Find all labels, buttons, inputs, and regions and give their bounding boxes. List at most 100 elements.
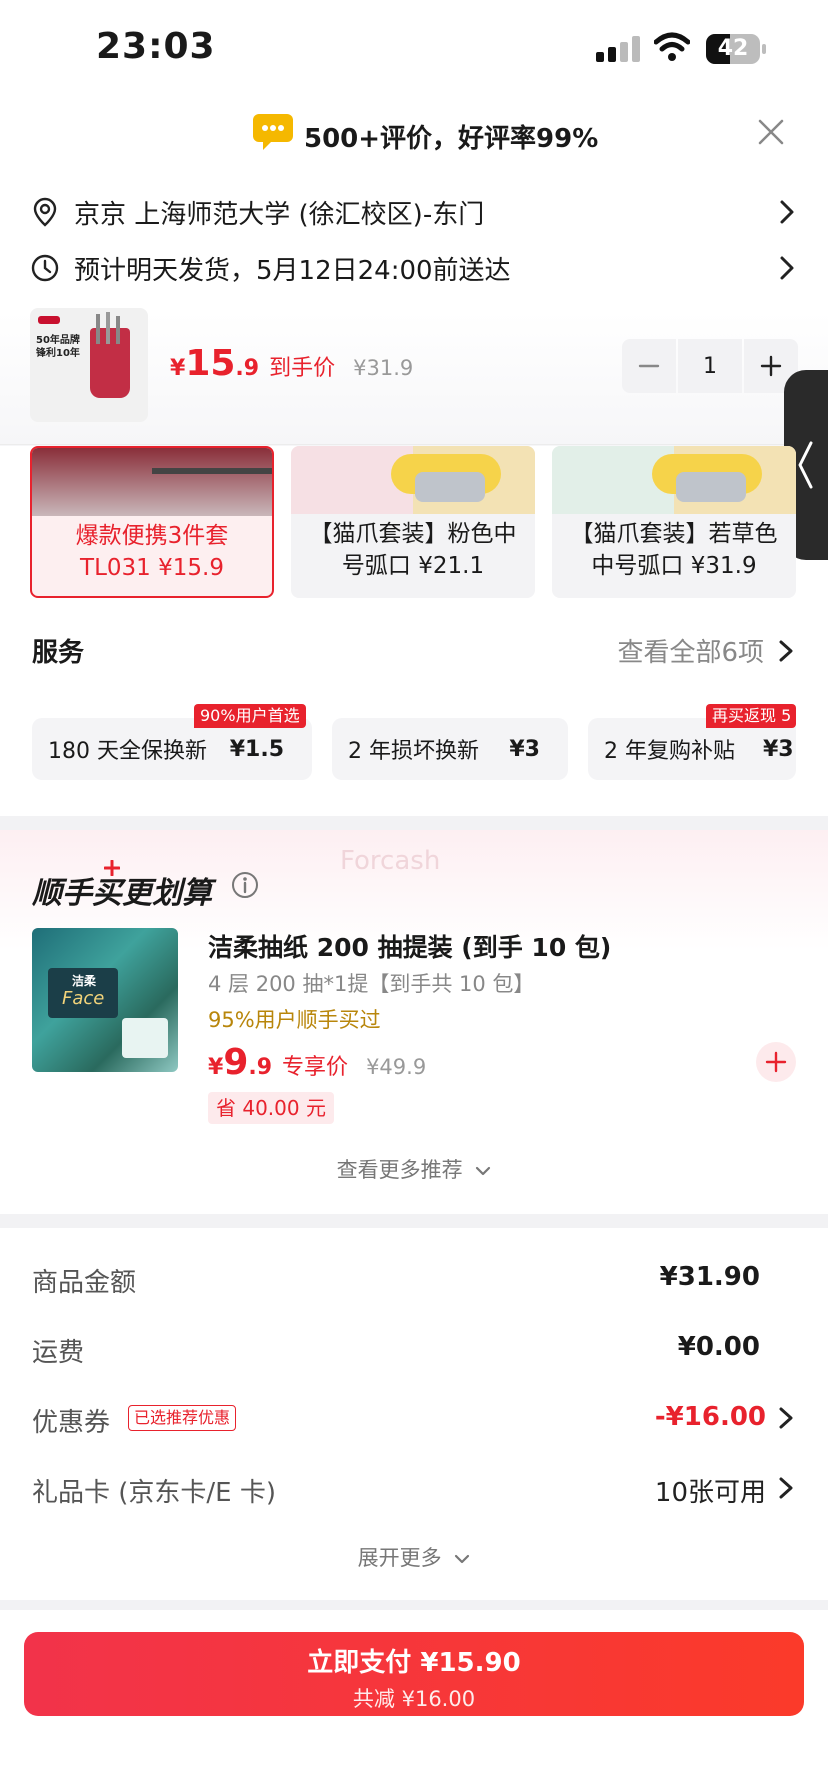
recommend-title: 顺手买更划算 xyxy=(32,876,212,911)
see-more-label: 查看更多推荐 xyxy=(336,1158,463,1182)
currency-symbol: ¥ xyxy=(170,356,186,381)
close-icon[interactable] xyxy=(756,117,786,147)
variant-label: 爆款便携3件套 TL031 ¥15.9 xyxy=(32,520,272,584)
section-separator xyxy=(0,1600,828,1610)
quantity-stepper: 1 xyxy=(622,339,798,393)
recommend-price: ¥ 9 .9 专享价 ¥49.9 xyxy=(208,1042,426,1083)
checkout-page: 23:03 42 500+评价，好评率99% 京京 上海师范大学 (徐汇校区)-… xyxy=(0,0,828,1792)
pay-label: 立即支付 ¥15.90 xyxy=(307,1648,521,1678)
chevron-right-icon xyxy=(780,256,794,280)
price-integer: 15 xyxy=(185,343,236,384)
service-price: ¥3 xyxy=(763,736,794,762)
delivery-row[interactable]: 预计明天发货，5月12日24:00前送达 xyxy=(30,248,800,288)
coupon-recommend-tag: 已选推荐优惠 xyxy=(128,1405,237,1431)
variant-label-line1: 爆款便携3件套 xyxy=(75,523,229,549)
recommend-product-image[interactable]: 洁柔 Face xyxy=(32,928,178,1072)
variant-card-3[interactable]: 【猫爪套装】若草色 中号弧口 ¥31.9 xyxy=(552,446,796,598)
price-label: 到手价 xyxy=(269,356,336,381)
quantity-value[interactable]: 1 xyxy=(678,339,742,393)
chevron-right-icon xyxy=(780,200,794,224)
thumb-caption-2: 锋利10年 xyxy=(36,348,80,359)
giftcard-value[interactable]: 10张可用 xyxy=(655,1472,766,1509)
chevron-down-icon xyxy=(476,1166,491,1176)
save-badge: 省 40.00 元 xyxy=(208,1092,334,1124)
thumb-caption-1: 50年品牌 xyxy=(36,335,80,346)
product-thumbnail[interactable]: 50年品牌 锋利10年 xyxy=(30,308,148,422)
plus-icon xyxy=(765,1051,787,1073)
price-label: 专享价 xyxy=(282,1055,349,1080)
watermark-text: Forcash xyxy=(340,846,441,876)
chevron-right-icon[interactable] xyxy=(778,1476,794,1500)
service-tag: 再买返现 5 xyxy=(706,704,796,728)
coupon-value[interactable]: -¥16.00 xyxy=(655,1402,766,1432)
chevron-left-icon xyxy=(798,441,813,489)
address-row[interactable]: 京京 上海师范大学 (徐汇校区)-东门 xyxy=(30,192,800,232)
cart-price: ¥ 15 .9 到手价 ¥31.9 xyxy=(170,343,413,384)
recommend-product-title[interactable]: 洁柔抽纸 200 抽提装 (到手 10 包) xyxy=(208,928,611,964)
clock-icon xyxy=(31,254,59,282)
original-price: ¥49.9 xyxy=(366,1055,427,1079)
service-name: 180 天全保换新 xyxy=(48,739,207,764)
add-to-cart-button[interactable] xyxy=(756,1042,796,1082)
services-view-all[interactable]: 查看全部6项 xyxy=(617,632,794,669)
shipping-label: 运费 xyxy=(32,1338,85,1368)
coupon-label: 优惠券 xyxy=(32,1408,111,1438)
address-text: 京京 上海师范大学 (徐汇校区)-东门 xyxy=(74,199,485,230)
section-separator xyxy=(0,1214,828,1228)
brand-logo xyxy=(38,316,60,324)
chevron-down-icon xyxy=(455,1554,470,1564)
original-price: ¥31.9 xyxy=(353,356,414,380)
variant-label-line1: 【猫爪套装】粉色中 xyxy=(309,521,517,547)
chevron-right-icon xyxy=(779,640,793,661)
divider xyxy=(0,444,828,445)
service-price: ¥3 xyxy=(509,736,540,762)
cellular-signal-icon xyxy=(596,36,640,62)
rating-summary: 500+评价，好评率99% xyxy=(304,124,599,154)
expand-more[interactable]: 展开更多 xyxy=(0,1542,828,1572)
pay-now-button[interactable]: 立即支付 ¥15.90 共减 ¥16.00 xyxy=(24,1632,804,1716)
variant-image xyxy=(291,446,535,514)
price-decimal: .9 xyxy=(248,1055,273,1080)
variant-label-line2: TL031 ¥15.9 xyxy=(80,555,224,581)
goods-amount-label: 商品金额 xyxy=(32,1268,137,1298)
variant-image xyxy=(552,446,796,514)
thumb-face: Face xyxy=(62,988,105,1009)
service-tag: 90%用户首选 xyxy=(194,704,306,728)
currency-symbol: ¥ xyxy=(208,1055,224,1080)
shipping-value: ¥0.00 xyxy=(677,1332,760,1362)
chevron-right-icon[interactable] xyxy=(778,1406,794,1430)
giftcard-label: 礼品卡 (京东卡/E 卡) xyxy=(32,1478,277,1508)
variant-label: 【猫爪套装】若草色 中号弧口 ¥31.9 xyxy=(552,518,796,582)
services-title: 服务 xyxy=(32,638,85,668)
battery-level: 42 xyxy=(717,36,749,61)
battery-icon: 42 xyxy=(706,34,766,64)
comment-bubble-icon xyxy=(253,114,293,150)
variant-label-line2: 中号弧口 ¥31.9 xyxy=(591,553,757,579)
recommend-product-spec: 4 层 200 抽*1提【到手共 10 包】 xyxy=(208,972,535,996)
variant-label-line2: 号弧口 ¥21.1 xyxy=(341,553,485,579)
service-name: 2 年损坏换新 xyxy=(348,739,479,764)
see-more-recommend[interactable]: 查看更多推荐 xyxy=(0,1154,828,1184)
expand-more-label: 展开更多 xyxy=(357,1546,442,1570)
variant-image xyxy=(32,448,272,516)
variant-label-line1: 【猫爪套装】若草色 xyxy=(570,521,778,547)
price-integer: 9 xyxy=(223,1042,249,1083)
section-separator xyxy=(0,816,828,830)
pay-sub-label: 共减 ¥16.00 xyxy=(352,1687,476,1711)
location-pin-icon xyxy=(33,197,57,227)
plus-icon xyxy=(760,355,782,377)
goods-amount-value: ¥31.90 xyxy=(659,1262,760,1292)
wifi-icon xyxy=(654,32,690,61)
recommend-buyers: 95%用户顺手买过 xyxy=(208,1008,381,1032)
decrease-button[interactable] xyxy=(622,339,676,393)
thumb-brand: 洁柔 xyxy=(72,974,97,988)
price-decimal: .9 xyxy=(235,356,260,381)
service-option-2[interactable]: 2 年损坏换新 ¥3 xyxy=(332,718,568,780)
service-name: 2 年复购补贴 xyxy=(604,739,735,764)
variant-card-1[interactable]: 爆款便携3件套 TL031 ¥15.9 xyxy=(30,446,274,598)
info-icon[interactable] xyxy=(230,870,260,900)
plus-sparkle-icon xyxy=(104,860,120,876)
variant-card-2[interactable]: 【猫爪套装】粉色中 号弧口 ¥21.1 xyxy=(291,446,535,598)
service-price: ¥1.5 xyxy=(229,736,284,762)
delivery-text: 预计明天发货，5月12日24:00前送达 xyxy=(74,255,511,286)
